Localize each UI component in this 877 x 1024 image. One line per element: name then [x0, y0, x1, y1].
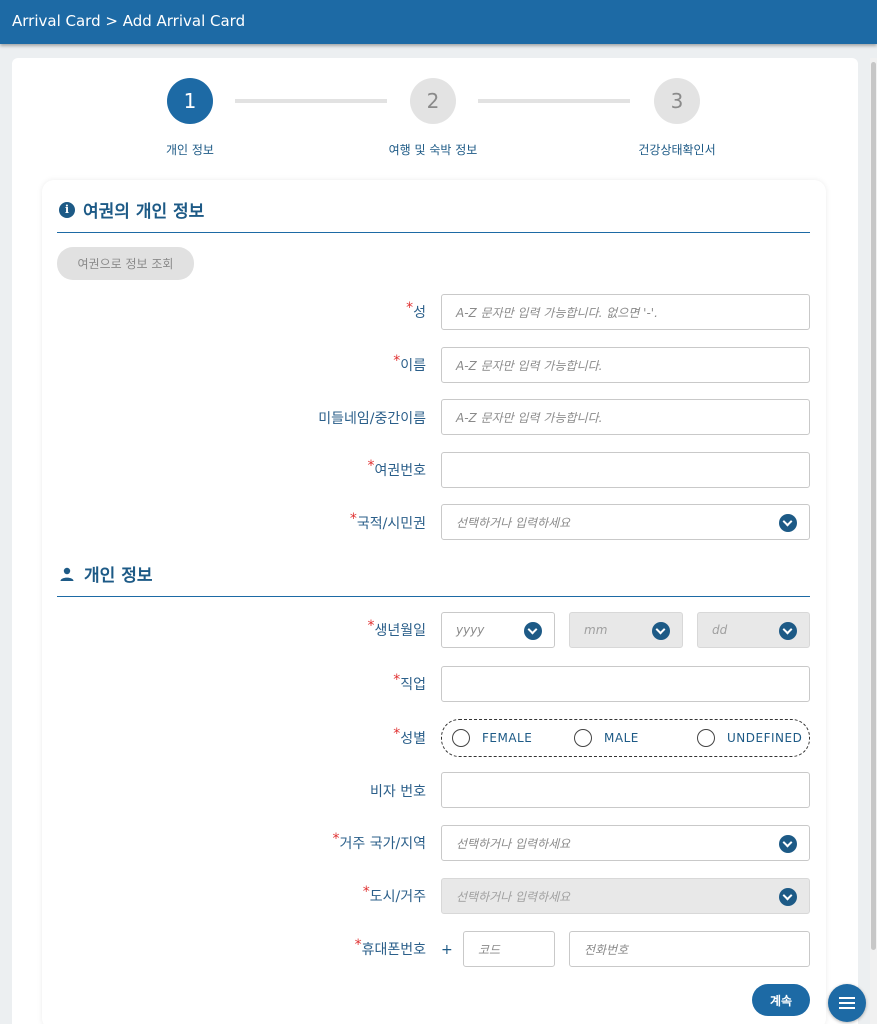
nationality-select[interactable]: 선택하거나 입력하세요: [441, 504, 810, 540]
chevron-down-icon[interactable]: [779, 514, 797, 532]
scrollbar[interactable]: [870, 58, 877, 1024]
city-label: *도시/거주: [362, 884, 426, 905]
occupation-input[interactable]: [441, 666, 810, 702]
middle-name-label: 미들네임/중간이름: [318, 411, 426, 427]
chevron-down-icon[interactable]: [779, 835, 797, 853]
dob-day-placeholder: dd: [712, 623, 728, 637]
step-2-label: 여행 및 숙박 정보: [388, 143, 478, 157]
hamburger-icon: [839, 1002, 855, 1004]
gender-label: *성별: [393, 726, 426, 747]
scrollbar-thumb[interactable]: [871, 62, 876, 950]
dob-year-placeholder: yyyy: [456, 623, 485, 637]
step-1-label: 개인 정보: [166, 143, 214, 157]
visa-number-input[interactable]: [441, 772, 810, 808]
step-2-circle[interactable]: 2: [410, 78, 456, 124]
section-divider: [57, 596, 810, 597]
section-divider: [57, 232, 810, 233]
surname-label: *성: [406, 300, 426, 321]
dob-day-select[interactable]: dd: [697, 612, 810, 648]
dob-month-select[interactable]: mm: [569, 612, 683, 648]
passport-number-input[interactable]: [441, 452, 810, 488]
form-panel: i 여권의 개인 정보 여권으로 정보 조회 *성 A-Z 문자만 입력 가능합…: [42, 180, 826, 1024]
passport-lookup-button[interactable]: 여권으로 정보 조회: [57, 247, 194, 280]
surname-input[interactable]: A-Z 문자만 입력 가능합니다. 없으면 '-'.: [441, 294, 810, 330]
personal-section-title: 개인 정보: [59, 561, 152, 586]
passport-number-label: *여권번호: [367, 458, 426, 479]
chevron-down-icon[interactable]: [652, 622, 670, 640]
phone-plus-sign: +: [441, 942, 453, 958]
residence-country-placeholder: 선택하거나 입력하세요: [456, 836, 571, 851]
given-name-input[interactable]: A-Z 문자만 입력 가능합니다.: [441, 347, 810, 383]
info-icon: i: [59, 201, 75, 218]
city-select[interactable]: 선택하거나 입력하세요: [441, 878, 810, 914]
chevron-down-icon[interactable]: [779, 622, 797, 640]
phone-code-input[interactable]: 코드: [463, 931, 555, 967]
dob-label: *생년월일: [367, 618, 426, 639]
menu-button[interactable]: [828, 984, 866, 1022]
breadcrumb: Arrival Card > Add Arrival Card: [12, 12, 246, 30]
radio-icon[interactable]: [574, 729, 592, 747]
step-3-circle[interactable]: 3: [654, 78, 700, 124]
form-card: 1 2 3 개인 정보 여행 및 숙박 정보 건강상태확인서 i 여권의 개인 …: [12, 58, 858, 1024]
gender-radio-group: FEMALE MALE UNDEFINED: [441, 719, 810, 757]
dob-month-placeholder: mm: [584, 623, 608, 637]
nationality-label: *국적/시민권: [349, 511, 426, 532]
occupation-label: *직업: [393, 672, 426, 693]
step-connector-1: [235, 99, 387, 103]
city-placeholder: 선택하거나 입력하세요: [456, 889, 571, 904]
middle-name-input[interactable]: A-Z 문자만 입력 가능합니다.: [441, 399, 810, 435]
residence-country-select[interactable]: 선택하거나 입력하세요: [441, 825, 810, 861]
continue-button[interactable]: 계속: [752, 984, 810, 1016]
radio-icon[interactable]: [697, 729, 715, 747]
step-1-circle[interactable]: 1: [167, 78, 213, 124]
personal-section-title-text: 개인 정보: [84, 566, 153, 586]
top-bar: Arrival Card > Add Arrival Card: [0, 0, 877, 44]
person-icon: [60, 567, 74, 581]
given-name-label: *이름: [393, 353, 426, 374]
passport-section-title-text: 여권의 개인 정보: [83, 202, 205, 222]
gender-option-male[interactable]: MALE: [574, 729, 639, 747]
residence-country-label: *거주 국가/지역: [332, 831, 426, 852]
chevron-down-icon[interactable]: [779, 888, 797, 906]
radio-icon[interactable]: [452, 729, 470, 747]
visa-number-label: 비자 번호: [370, 784, 426, 800]
phone-number-input[interactable]: 전화번호: [569, 931, 810, 967]
passport-section-title: i 여권의 개인 정보: [59, 197, 204, 222]
dob-year-select[interactable]: yyyy: [441, 612, 555, 648]
nationality-placeholder: 선택하거나 입력하세요: [456, 515, 571, 530]
gender-option-undefined[interactable]: UNDEFINED: [697, 729, 802, 747]
gender-option-female[interactable]: FEMALE: [452, 729, 532, 747]
chevron-down-icon[interactable]: [524, 622, 542, 640]
step-connector-2: [478, 99, 630, 103]
mobile-label: *휴대폰번호: [354, 937, 426, 958]
step-3-label: 건강상태확인서: [638, 143, 716, 157]
